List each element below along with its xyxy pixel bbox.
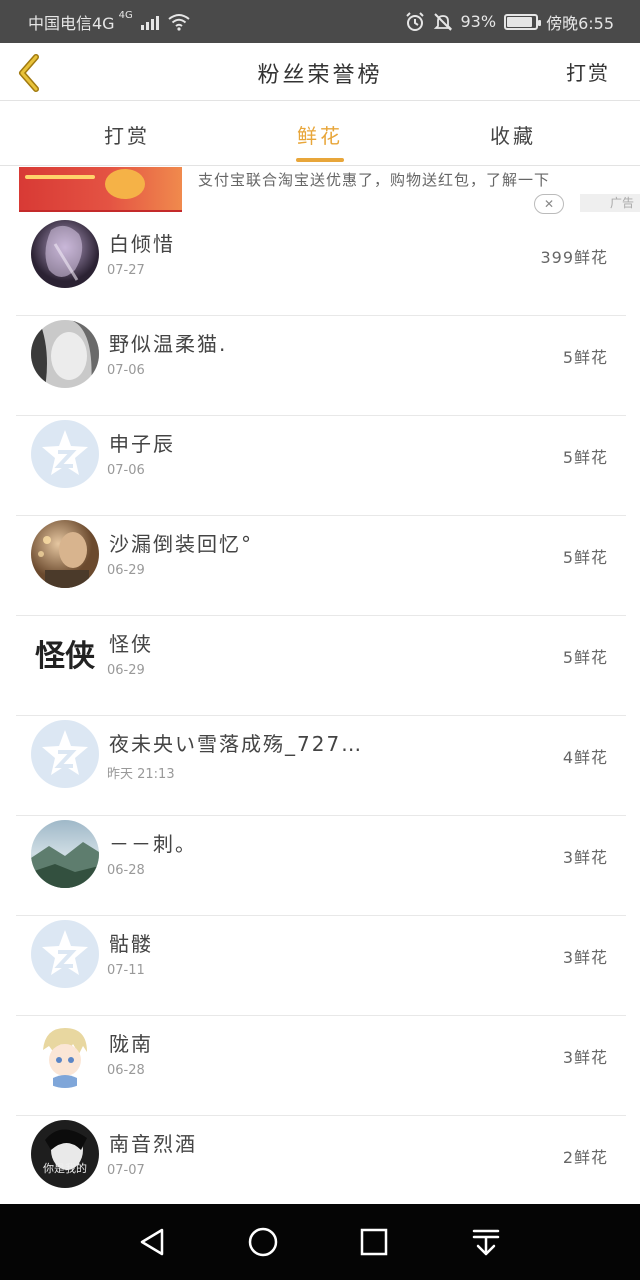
fan-date: 07-06	[107, 363, 145, 378]
fan-date: 昨天 21:13	[107, 767, 175, 782]
default-qzone-avatar[interactable]	[31, 420, 99, 488]
ad-text[interactable]: 支付宝联合淘宝送优惠了，购物送红包，了解一下	[198, 169, 638, 190]
flower-count: 5鲜花	[562, 548, 608, 567]
page-title: 粉丝荣誉榜	[257, 63, 383, 88]
clock: 傍晚6:55	[546, 13, 614, 33]
ad-image[interactable]	[19, 167, 182, 212]
notification-pull-icon[interactable]	[466, 1222, 506, 1262]
battery-percent: 93%	[460, 12, 497, 31]
tab-flowers[interactable]: 鲜花	[260, 120, 380, 149]
avatar[interactable]: 你是我的	[31, 1120, 99, 1188]
default-qzone-avatar[interactable]	[31, 720, 99, 788]
fan-name: 南音烈酒	[109, 1132, 197, 1156]
flower-count: 3鲜花	[562, 948, 608, 967]
tip-button[interactable]: 打赏	[566, 57, 610, 86]
list-item[interactable]: 申子辰 07-06 5鲜花	[16, 416, 626, 516]
avatar[interactable]	[31, 820, 99, 888]
list-item[interactable]: 沙漏倒装回忆° 06-29 5鲜花	[16, 516, 626, 616]
fan-date: 06-29	[107, 663, 145, 678]
list-item[interactable]: －－刺。 06-28 3鲜花	[16, 816, 626, 916]
flower-count: 4鲜花	[562, 748, 608, 767]
fan-date: 06-29	[107, 563, 145, 578]
fan-date: 07-27	[107, 263, 145, 278]
fan-name: 沙漏倒装回忆°	[109, 532, 253, 556]
list-item[interactable]: 怪侠 怪侠 06-29 5鲜花	[16, 616, 626, 716]
tab-favorites[interactable]: 收藏	[453, 120, 573, 149]
status-bar-left: 中国电信4G 4G	[28, 10, 191, 34]
flower-count: 5鲜花	[562, 648, 608, 667]
carrier-label: 中国电信4G	[28, 13, 115, 33]
fan-name: 怪侠	[109, 632, 153, 656]
alarm-icon	[405, 11, 424, 31]
fan-name: 白倾惜	[109, 232, 175, 256]
flower-count: 5鲜花	[562, 448, 608, 467]
fan-date: 07-11	[107, 963, 145, 978]
list-item[interactable]: 陇南 06-28 3鲜花	[16, 1016, 626, 1116]
fan-name: 陇南	[109, 1032, 153, 1056]
fan-name: 夜未央い雪落成殇_727…	[109, 732, 364, 756]
mute-icon	[433, 12, 452, 31]
signal-icon	[140, 14, 159, 30]
fan-date: 06-28	[107, 1063, 145, 1078]
fan-date: 06-28	[107, 863, 145, 878]
avatar[interactable]	[31, 320, 99, 388]
system-nav-bar	[0, 1204, 640, 1280]
fan-list: 白倾惜 07-27 399鲜花 野似温柔猫. 07-06 5鲜花 申子辰 07-…	[16, 216, 626, 1216]
flower-count: 399鲜花	[540, 248, 608, 267]
status-bar-right: 93% 傍晚6:55	[405, 10, 614, 34]
fan-date: 07-07	[107, 1163, 145, 1178]
flower-count: 3鲜花	[562, 1048, 608, 1067]
network-badge: 4G	[118, 10, 133, 21]
ad-banner[interactable]: 支付宝联合淘宝送优惠了，购物送红包，了解一下 ✕ 广告	[0, 167, 640, 217]
fan-name: －－刺。	[109, 832, 197, 856]
active-tab-indicator	[296, 158, 344, 162]
ad-tag: 广告	[580, 194, 640, 212]
back-triangle-icon[interactable]	[132, 1222, 172, 1262]
page-header: 粉丝荣誉榜 打赏	[0, 43, 640, 101]
tab-tip[interactable]: 打赏	[67, 120, 187, 149]
fan-date: 07-06	[107, 463, 145, 478]
wifi-icon	[168, 13, 190, 31]
ad-close-button[interactable]: ✕	[534, 194, 564, 214]
flower-count: 5鲜花	[562, 348, 608, 367]
list-item[interactable]: 夜未央い雪落成殇_727… 昨天 21:13 4鲜花	[16, 716, 626, 816]
status-bar: 中国电信4G 4G 93% 傍晚6:55	[0, 0, 640, 43]
fan-name: 野似温柔猫.	[109, 332, 228, 356]
list-item[interactable]: 野似温柔猫. 07-06 5鲜花	[16, 316, 626, 416]
home-circle-icon[interactable]	[243, 1222, 283, 1262]
list-item[interactable]: 你是我的 南音烈酒 07-07 2鲜花	[16, 1116, 626, 1216]
flower-count: 3鲜花	[562, 848, 608, 867]
recents-square-icon[interactable]	[354, 1222, 394, 1262]
fan-name: 申子辰	[109, 432, 175, 456]
battery-icon	[504, 13, 542, 30]
tab-bar: 打赏 鲜花 收藏	[0, 102, 640, 166]
default-qzone-avatar[interactable]	[31, 920, 99, 988]
list-item[interactable]: 白倾惜 07-27 399鲜花	[16, 216, 626, 316]
avatar[interactable]	[31, 1020, 99, 1088]
avatar-caption-text: 你是我的	[43, 1161, 87, 1175]
fan-name: 骷髅	[109, 932, 153, 956]
avatar[interactable]	[31, 520, 99, 588]
avatar[interactable]	[31, 220, 99, 288]
list-item[interactable]: 骷髅 07-11 3鲜花	[16, 916, 626, 1016]
avatar[interactable]: 怪侠	[31, 620, 99, 688]
avatar-calligraphy-text: 怪侠	[35, 639, 96, 674]
flower-count: 2鲜花	[562, 1148, 608, 1167]
